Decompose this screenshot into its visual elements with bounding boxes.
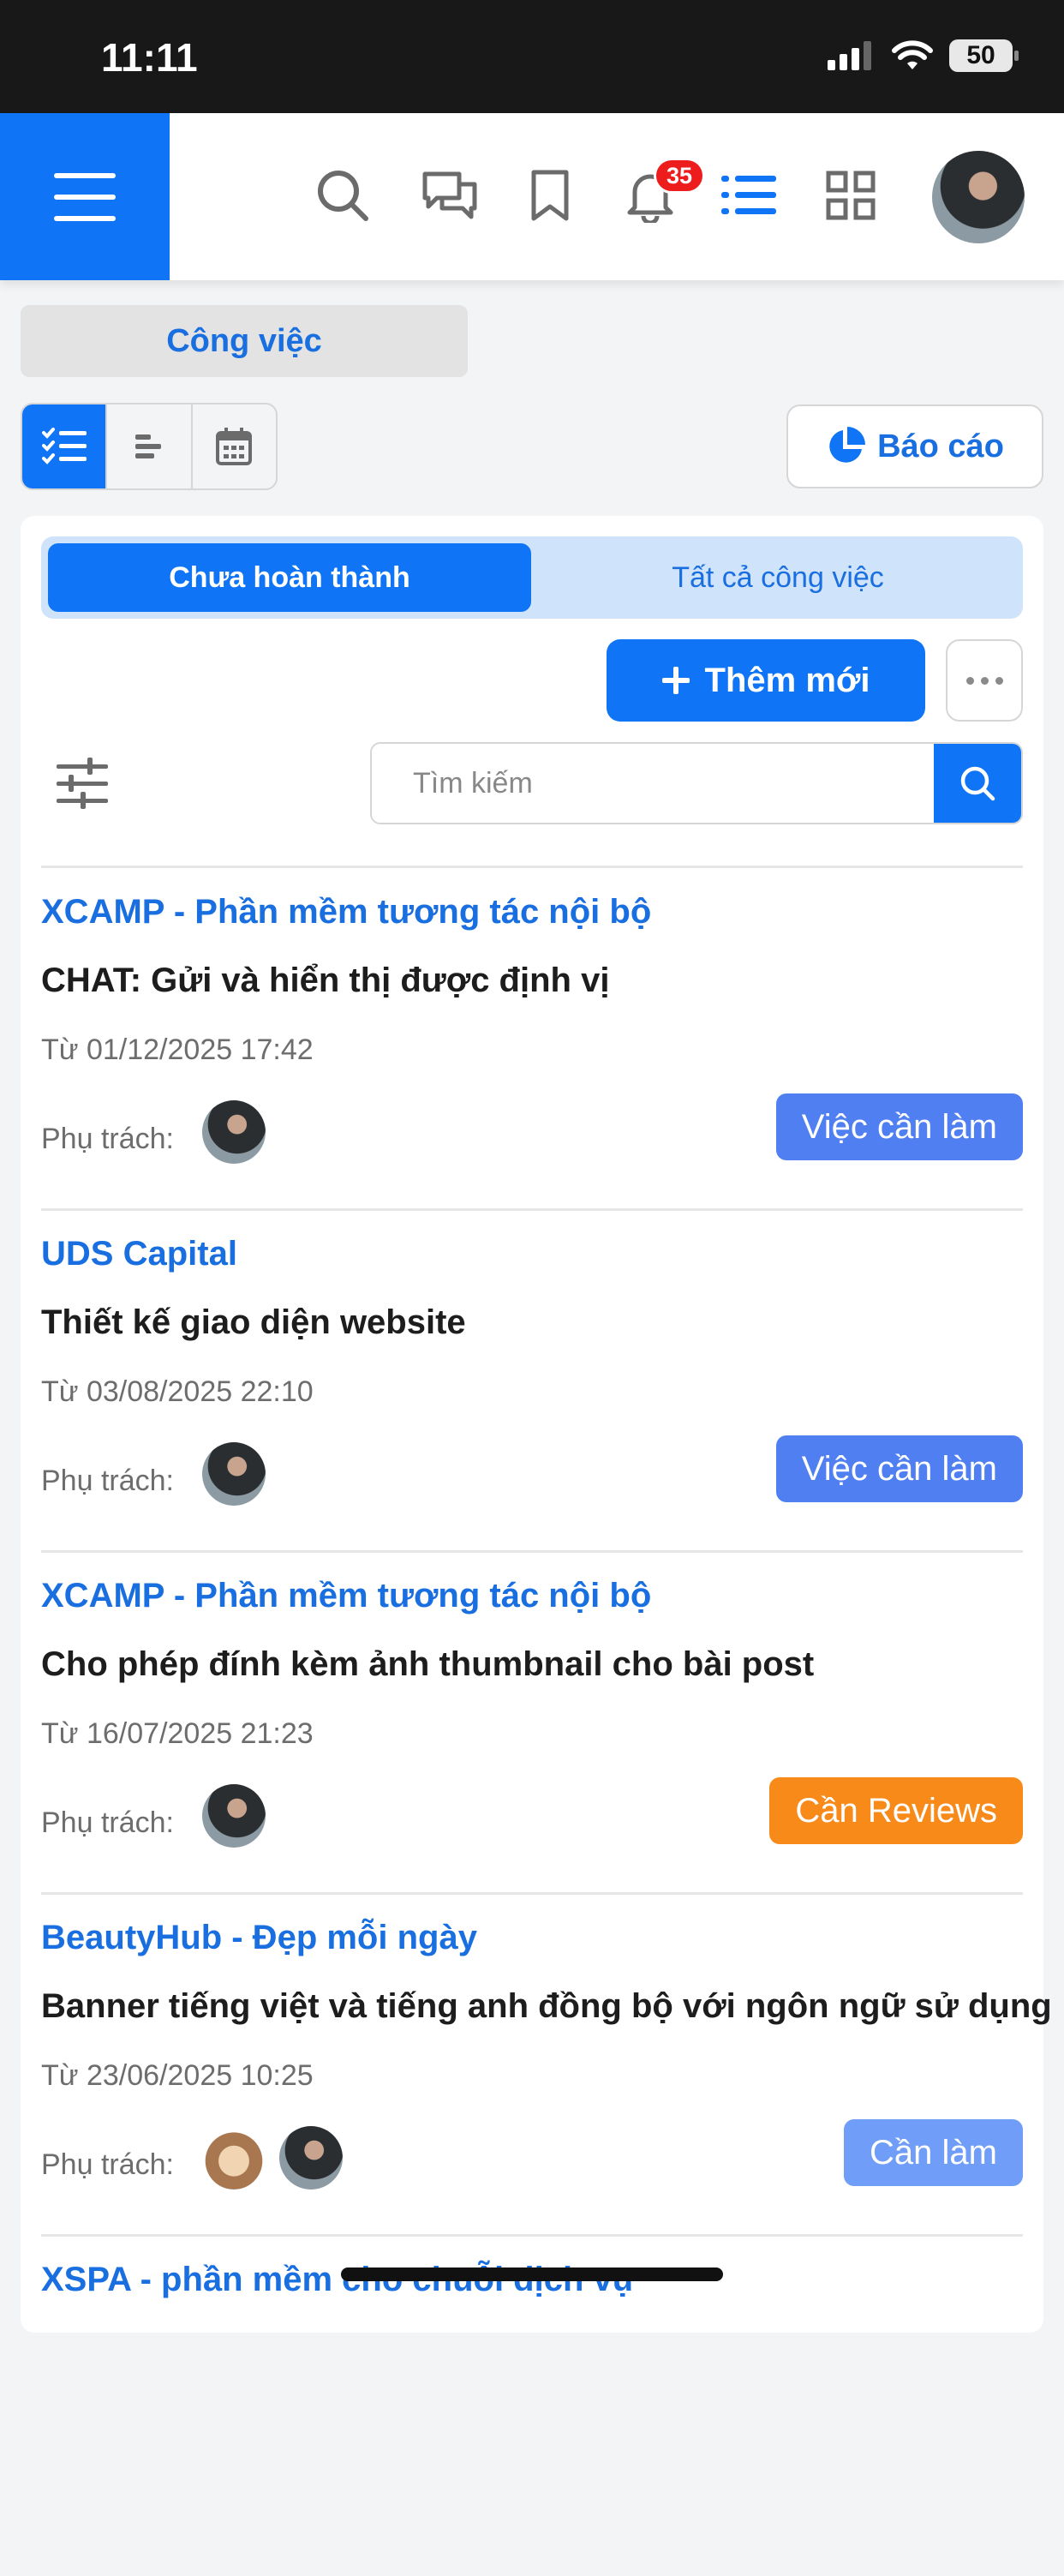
- plus-icon: [661, 667, 690, 694]
- add-task-label: Thêm mới: [704, 661, 870, 699]
- owner-avatar[interactable]: [202, 1784, 266, 1848]
- task-date: Từ 03/08/2025 22:10: [41, 1375, 314, 1408]
- task-owners: [202, 1442, 266, 1506]
- status-tabs: Chưa hoàn thành Tất cả công việc: [41, 536, 1023, 619]
- task-project[interactable]: UDS Capital: [41, 1235, 237, 1273]
- list-divider: [41, 866, 1023, 868]
- task-owner-label: Phụ trách:: [41, 1465, 174, 1497]
- owner-avatar[interactable]: [202, 1442, 266, 1506]
- gantt-view-button[interactable]: [107, 404, 193, 488]
- task-owner-label: Phụ trách:: [41, 1123, 174, 1155]
- task-title: Banner tiếng việt và tiếng anh đồng bộ v…: [41, 1987, 1052, 2025]
- task-item[interactable]: BeautyHub - Đẹp mỗi ngày Banner tiếng vi…: [41, 1895, 1052, 2234]
- task-status-badge[interactable]: Cần làm: [844, 2119, 1023, 2186]
- view-mode-toggle: [21, 403, 278, 490]
- search-button[interactable]: [312, 165, 374, 226]
- bookmark-icon: [531, 170, 569, 221]
- messages-button[interactable]: [419, 165, 481, 226]
- task-item[interactable]: XSPA - phần mềm cho chuỗi dịch vụ: [41, 2237, 1023, 2576]
- task-owner-label: Phụ trách:: [41, 1806, 174, 1839]
- user-avatar[interactable]: [932, 151, 1025, 243]
- more-options-button[interactable]: [946, 639, 1023, 722]
- status-bar: 11:11 50: [0, 0, 1064, 113]
- search-icon: [960, 766, 995, 801]
- task-status-badge[interactable]: Cần Reviews: [769, 1777, 1023, 1844]
- section-title[interactable]: Công việc: [21, 305, 468, 377]
- hamburger-menu-icon: [54, 172, 116, 221]
- apps-grid-button[interactable]: [820, 165, 882, 226]
- home-indicator: [341, 2267, 723, 2281]
- task-status-badge[interactable]: Việc cần làm: [775, 1093, 1023, 1160]
- checklist-view-button[interactable]: [22, 404, 108, 488]
- more-dot: [995, 676, 1003, 685]
- checklist-icon: [41, 428, 87, 464]
- chat-bubbles-icon: [422, 171, 477, 219]
- task-owners: [202, 1100, 266, 1164]
- task-title: Cho phép đính kèm ảnh thumbnail cho bài …: [41, 1645, 815, 1683]
- cellular-signal-icon: [828, 41, 871, 70]
- task-owners: [202, 2126, 343, 2190]
- calendar-view-button[interactable]: [193, 404, 276, 488]
- search-box: [370, 742, 1023, 824]
- owner-avatar-bear[interactable]: [202, 2126, 266, 2190]
- task-item[interactable]: XCAMP - Phần mềm tương tác nội bộ CHAT: …: [41, 869, 1023, 1208]
- task-item[interactable]: UDS Capital Thiết kế giao diện website T…: [41, 1211, 1023, 1550]
- task-date: Từ 01/12/2025 17:42: [41, 1033, 314, 1066]
- search-icon: [318, 171, 368, 221]
- tab-all-tasks[interactable]: Tất cả công việc: [538, 543, 1018, 612]
- report-label: Báo cáo: [877, 428, 1004, 464]
- grid-icon: [826, 171, 876, 220]
- battery-indicator: 50: [949, 39, 1019, 72]
- task-item[interactable]: XCAMP - Phần mềm tương tác nội bộ Cho ph…: [41, 1553, 1023, 1892]
- pie-chart-icon: [829, 427, 866, 463]
- task-title: Thiết kế giao diện website: [41, 1303, 466, 1341]
- list-icon: [721, 176, 776, 214]
- more-dot: [980, 676, 989, 685]
- search-input[interactable]: [372, 744, 934, 823]
- add-task-button[interactable]: Thêm mới: [607, 639, 925, 722]
- more-dot: [965, 676, 974, 685]
- sliders-filter-icon: [57, 758, 108, 809]
- task-list-card: Chưa hoàn thành Tất cả công việc Thêm mớ…: [21, 516, 1052, 2333]
- task-title: CHAT: Gửi và hiển thị được định vị: [41, 962, 610, 999]
- task-owners: [202, 1784, 266, 1848]
- filter-button[interactable]: [55, 756, 110, 811]
- task-date: Từ 23/06/2025 10:25: [41, 2059, 314, 2092]
- gantt-chart-icon: [134, 434, 161, 458]
- status-icons: 50: [828, 39, 1019, 72]
- status-time: 11:11: [101, 35, 198, 80]
- task-owner-label: Phụ trách:: [41, 2148, 174, 2181]
- owner-avatar[interactable]: [202, 1100, 266, 1164]
- task-status-badge[interactable]: Việc cần làm: [775, 1435, 1023, 1502]
- task-project[interactable]: BeautyHub - Đẹp mỗi ngày: [41, 1919, 477, 1957]
- calendar-icon: [216, 428, 253, 465]
- top-navigation: 35: [0, 113, 1064, 280]
- report-button[interactable]: Báo cáo: [786, 404, 1043, 488]
- task-list-view-button[interactable]: [718, 165, 780, 226]
- owner-avatar[interactable]: [279, 2126, 343, 2190]
- tab-incomplete[interactable]: Chưa hoàn thành: [48, 543, 531, 612]
- task-project[interactable]: XCAMP - Phần mềm tương tác nội bộ: [41, 893, 651, 932]
- wifi-icon: [892, 40, 933, 69]
- task-date: Từ 16/07/2025 21:23: [41, 1717, 314, 1750]
- bookmarks-button[interactable]: [519, 165, 581, 226]
- menu-button[interactable]: [0, 113, 170, 280]
- notification-count-badge: 35: [654, 158, 705, 194]
- task-project[interactable]: XCAMP - Phần mềm tương tác nội bộ: [41, 1577, 651, 1615]
- search-submit-button[interactable]: [934, 744, 1021, 823]
